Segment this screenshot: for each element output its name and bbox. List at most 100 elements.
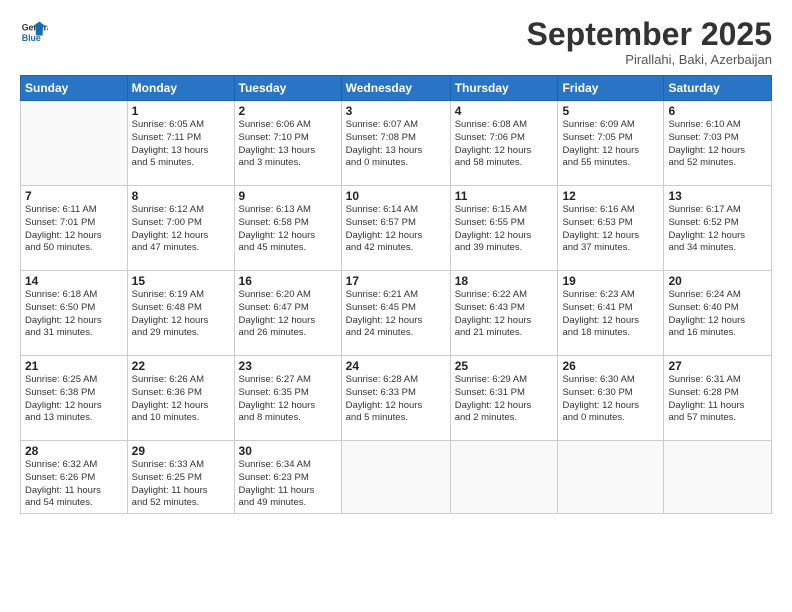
day-info: Sunrise: 6:28 AM Sunset: 6:33 PM Dayligh…	[346, 374, 446, 425]
day-number: 8	[132, 189, 230, 203]
day-info: Sunrise: 6:23 AM Sunset: 6:41 PM Dayligh…	[562, 289, 659, 340]
table-row: 10Sunrise: 6:14 AM Sunset: 6:57 PM Dayli…	[341, 186, 450, 271]
table-row: 4Sunrise: 6:08 AM Sunset: 7:06 PM Daylig…	[450, 101, 558, 186]
day-info: Sunrise: 6:25 AM Sunset: 6:38 PM Dayligh…	[25, 374, 123, 425]
title-block: September 2025 Pirallahi, Baki, Azerbaij…	[527, 18, 772, 67]
col-wednesday: Wednesday	[341, 76, 450, 101]
day-number: 26	[562, 359, 659, 373]
day-number: 7	[25, 189, 123, 203]
day-info: Sunrise: 6:32 AM Sunset: 6:26 PM Dayligh…	[25, 459, 123, 510]
calendar-table: Sunday Monday Tuesday Wednesday Thursday…	[20, 75, 772, 514]
day-info: Sunrise: 6:08 AM Sunset: 7:06 PM Dayligh…	[455, 119, 554, 170]
general-blue-icon: General Blue	[20, 18, 48, 46]
table-row	[664, 441, 772, 514]
day-info: Sunrise: 6:12 AM Sunset: 7:00 PM Dayligh…	[132, 204, 230, 255]
day-number: 22	[132, 359, 230, 373]
table-row: 8Sunrise: 6:12 AM Sunset: 7:00 PM Daylig…	[127, 186, 234, 271]
table-row: 7Sunrise: 6:11 AM Sunset: 7:01 PM Daylig…	[21, 186, 128, 271]
table-row: 27Sunrise: 6:31 AM Sunset: 6:28 PM Dayli…	[664, 356, 772, 441]
day-number: 2	[239, 104, 337, 118]
table-row: 25Sunrise: 6:29 AM Sunset: 6:31 PM Dayli…	[450, 356, 558, 441]
table-row: 3Sunrise: 6:07 AM Sunset: 7:08 PM Daylig…	[341, 101, 450, 186]
table-row: 28Sunrise: 6:32 AM Sunset: 6:26 PM Dayli…	[21, 441, 128, 514]
svg-text:General: General	[22, 22, 48, 32]
table-row: 23Sunrise: 6:27 AM Sunset: 6:35 PM Dayli…	[234, 356, 341, 441]
table-row: 9Sunrise: 6:13 AM Sunset: 6:58 PM Daylig…	[234, 186, 341, 271]
day-number: 15	[132, 274, 230, 288]
calendar-header-row: Sunday Monday Tuesday Wednesday Thursday…	[21, 76, 772, 101]
table-row: 15Sunrise: 6:19 AM Sunset: 6:48 PM Dayli…	[127, 271, 234, 356]
day-number: 16	[239, 274, 337, 288]
table-row: 21Sunrise: 6:25 AM Sunset: 6:38 PM Dayli…	[21, 356, 128, 441]
month-title: September 2025	[527, 18, 772, 50]
logo: General Blue	[20, 18, 48, 46]
day-info: Sunrise: 6:05 AM Sunset: 7:11 PM Dayligh…	[132, 119, 230, 170]
table-row: 20Sunrise: 6:24 AM Sunset: 6:40 PM Dayli…	[664, 271, 772, 356]
table-row: 18Sunrise: 6:22 AM Sunset: 6:43 PM Dayli…	[450, 271, 558, 356]
day-info: Sunrise: 6:26 AM Sunset: 6:36 PM Dayligh…	[132, 374, 230, 425]
table-row: 19Sunrise: 6:23 AM Sunset: 6:41 PM Dayli…	[558, 271, 664, 356]
day-info: Sunrise: 6:07 AM Sunset: 7:08 PM Dayligh…	[346, 119, 446, 170]
day-number: 11	[455, 189, 554, 203]
day-info: Sunrise: 6:34 AM Sunset: 6:23 PM Dayligh…	[239, 459, 337, 510]
table-row: 12Sunrise: 6:16 AM Sunset: 6:53 PM Dayli…	[558, 186, 664, 271]
day-number: 9	[239, 189, 337, 203]
day-info: Sunrise: 6:27 AM Sunset: 6:35 PM Dayligh…	[239, 374, 337, 425]
day-number: 25	[455, 359, 554, 373]
day-info: Sunrise: 6:31 AM Sunset: 6:28 PM Dayligh…	[668, 374, 767, 425]
day-number: 3	[346, 104, 446, 118]
table-row: 13Sunrise: 6:17 AM Sunset: 6:52 PM Dayli…	[664, 186, 772, 271]
table-row	[341, 441, 450, 514]
day-info: Sunrise: 6:19 AM Sunset: 6:48 PM Dayligh…	[132, 289, 230, 340]
table-row: 29Sunrise: 6:33 AM Sunset: 6:25 PM Dayli…	[127, 441, 234, 514]
day-number: 30	[239, 444, 337, 458]
day-number: 28	[25, 444, 123, 458]
day-info: Sunrise: 6:11 AM Sunset: 7:01 PM Dayligh…	[25, 204, 123, 255]
day-number: 23	[239, 359, 337, 373]
col-monday: Monday	[127, 76, 234, 101]
day-number: 17	[346, 274, 446, 288]
day-number: 27	[668, 359, 767, 373]
table-row: 5Sunrise: 6:09 AM Sunset: 7:05 PM Daylig…	[558, 101, 664, 186]
table-row: 17Sunrise: 6:21 AM Sunset: 6:45 PM Dayli…	[341, 271, 450, 356]
table-row	[21, 101, 128, 186]
day-info: Sunrise: 6:33 AM Sunset: 6:25 PM Dayligh…	[132, 459, 230, 510]
day-info: Sunrise: 6:09 AM Sunset: 7:05 PM Dayligh…	[562, 119, 659, 170]
table-row: 30Sunrise: 6:34 AM Sunset: 6:23 PM Dayli…	[234, 441, 341, 514]
day-number: 1	[132, 104, 230, 118]
table-row: 2Sunrise: 6:06 AM Sunset: 7:10 PM Daylig…	[234, 101, 341, 186]
table-row: 22Sunrise: 6:26 AM Sunset: 6:36 PM Dayli…	[127, 356, 234, 441]
table-row: 24Sunrise: 6:28 AM Sunset: 6:33 PM Dayli…	[341, 356, 450, 441]
col-friday: Friday	[558, 76, 664, 101]
day-number: 5	[562, 104, 659, 118]
col-saturday: Saturday	[664, 76, 772, 101]
day-info: Sunrise: 6:30 AM Sunset: 6:30 PM Dayligh…	[562, 374, 659, 425]
table-row	[558, 441, 664, 514]
day-number: 19	[562, 274, 659, 288]
day-number: 10	[346, 189, 446, 203]
table-row: 26Sunrise: 6:30 AM Sunset: 6:30 PM Dayli…	[558, 356, 664, 441]
day-info: Sunrise: 6:22 AM Sunset: 6:43 PM Dayligh…	[455, 289, 554, 340]
location-subtitle: Pirallahi, Baki, Azerbaijan	[527, 52, 772, 67]
day-number: 24	[346, 359, 446, 373]
day-number: 4	[455, 104, 554, 118]
table-row: 11Sunrise: 6:15 AM Sunset: 6:55 PM Dayli…	[450, 186, 558, 271]
day-number: 21	[25, 359, 123, 373]
day-info: Sunrise: 6:18 AM Sunset: 6:50 PM Dayligh…	[25, 289, 123, 340]
day-info: Sunrise: 6:14 AM Sunset: 6:57 PM Dayligh…	[346, 204, 446, 255]
day-info: Sunrise: 6:06 AM Sunset: 7:10 PM Dayligh…	[239, 119, 337, 170]
day-number: 14	[25, 274, 123, 288]
day-number: 20	[668, 274, 767, 288]
day-number: 6	[668, 104, 767, 118]
day-info: Sunrise: 6:20 AM Sunset: 6:47 PM Dayligh…	[239, 289, 337, 340]
day-info: Sunrise: 6:29 AM Sunset: 6:31 PM Dayligh…	[455, 374, 554, 425]
day-info: Sunrise: 6:15 AM Sunset: 6:55 PM Dayligh…	[455, 204, 554, 255]
day-info: Sunrise: 6:21 AM Sunset: 6:45 PM Dayligh…	[346, 289, 446, 340]
col-tuesday: Tuesday	[234, 76, 341, 101]
table-row	[450, 441, 558, 514]
table-row: 6Sunrise: 6:10 AM Sunset: 7:03 PM Daylig…	[664, 101, 772, 186]
day-number: 18	[455, 274, 554, 288]
table-row: 16Sunrise: 6:20 AM Sunset: 6:47 PM Dayli…	[234, 271, 341, 356]
day-info: Sunrise: 6:17 AM Sunset: 6:52 PM Dayligh…	[668, 204, 767, 255]
col-thursday: Thursday	[450, 76, 558, 101]
